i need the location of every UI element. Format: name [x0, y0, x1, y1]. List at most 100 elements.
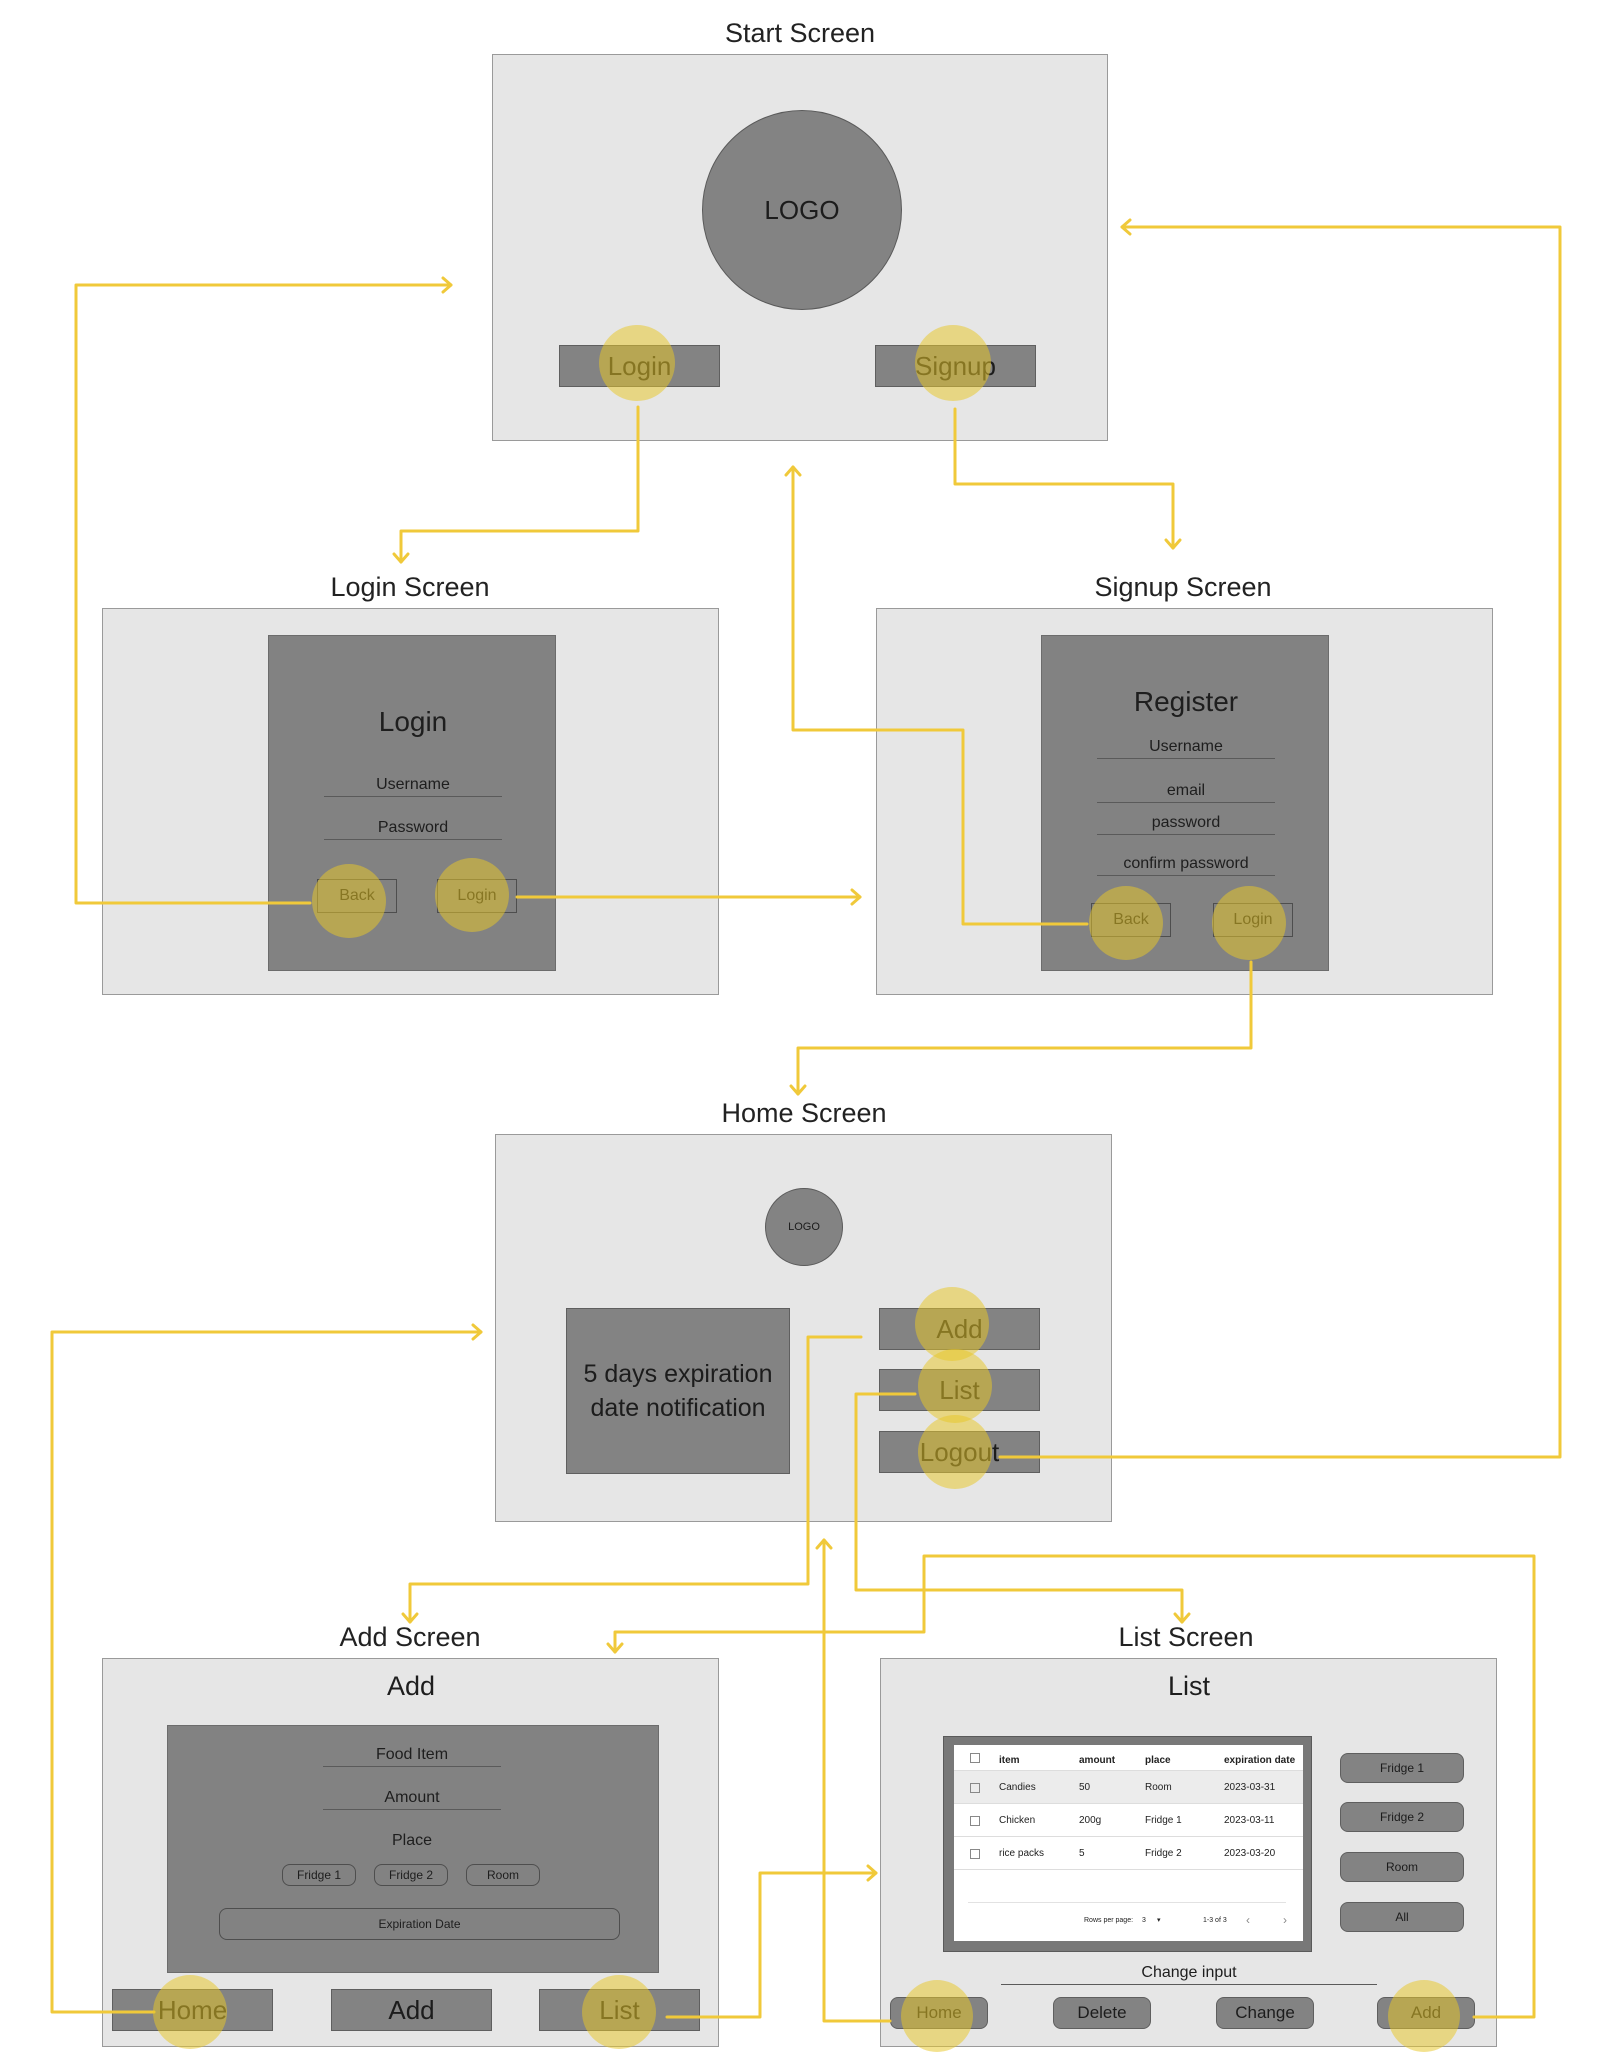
username-field[interactable]: Username: [324, 776, 502, 797]
register-heading: Register: [1133, 686, 1239, 717]
col-header: place: [1145, 1755, 1171, 1766]
filter-room-button[interactable]: Room: [1340, 1852, 1464, 1882]
table-row[interactable]: Candies 50 Room 2023-03-31: [954, 1771, 1303, 1804]
cell-expiration: 2023-03-11: [1224, 1815, 1275, 1826]
table-row[interactable]: rice packs 5 Fridge 2 2023-03-20: [954, 1837, 1303, 1870]
cell-expiration: 2023-03-20: [1224, 1848, 1276, 1859]
arrowhead: [815, 1538, 833, 1550]
signup-screen-title: Signup Screen: [1094, 572, 1272, 602]
pagination-range: 1-3 of 3: [1203, 1917, 1227, 1924]
add-button[interactable]: Add: [879, 1308, 1040, 1350]
place-label: Place: [391, 1832, 433, 1849]
cell-item: Chicken: [999, 1815, 1036, 1826]
arrowhead: [392, 552, 410, 564]
table-divider: [968, 1902, 1286, 1903]
rows-per-page-select[interactable]: 3: [1142, 1917, 1146, 1924]
login-button[interactable]: Login: [559, 345, 720, 387]
list-add-button[interactable]: Add: [1377, 1997, 1475, 2029]
arrowhead: [441, 276, 453, 294]
login-submit-button[interactable]: Login: [437, 879, 517, 913]
table-header: item amount place expiration date: [954, 1745, 1303, 1771]
nav-home-button[interactable]: Home: [112, 1989, 273, 2031]
place-fridge1-button[interactable]: Fridge 1: [282, 1864, 356, 1886]
cell-item: rice packs: [999, 1848, 1045, 1859]
arrowhead: [784, 465, 802, 477]
add-heading: Add: [386, 1671, 436, 1701]
amount-field[interactable]: Amount: [323, 1789, 501, 1810]
filter-fridge1-button[interactable]: Fridge 1: [1340, 1753, 1464, 1783]
row-checkbox[interactable]: [970, 1816, 980, 1826]
place-fridge2-button[interactable]: Fridge 2: [374, 1864, 448, 1886]
list-button[interactable]: List: [879, 1369, 1040, 1411]
nav-list-button[interactable]: List: [539, 1989, 700, 2031]
back-button[interactable]: Back: [317, 879, 397, 913]
arrowhead: [866, 1864, 878, 1882]
change-button[interactable]: Change: [1216, 1997, 1314, 2029]
login-panel: Login Username Password Back Login: [268, 635, 556, 971]
cell-amount: 50: [1079, 1782, 1091, 1793]
table-row[interactable]: Chicken 200g Fridge 1 2023-03-11: [954, 1804, 1303, 1837]
cell-place: Room: [1145, 1782, 1172, 1793]
logout-button[interactable]: Logout: [879, 1431, 1040, 1473]
arrowhead: [1120, 218, 1132, 236]
signup-login-button[interactable]: Login: [1213, 903, 1293, 937]
login-heading: Login: [378, 706, 448, 737]
cell-place: Fridge 2: [1145, 1848, 1182, 1859]
arrowhead: [401, 1612, 419, 1624]
select-all-checkbox[interactable]: [970, 1753, 980, 1763]
confirm-password-field[interactable]: confirm password: [1097, 855, 1275, 876]
change-input-field[interactable]: Change input: [1001, 1964, 1377, 1985]
chevron-left-icon[interactable]: ‹: [1246, 1913, 1250, 1927]
nav-add-button[interactable]: Add: [331, 1989, 492, 2031]
filter-fridge2-button[interactable]: Fridge 2: [1340, 1802, 1464, 1832]
data-table: item amount place expiration date Candie…: [954, 1745, 1303, 1941]
arrowhead: [606, 1642, 624, 1654]
list-heading: List: [1167, 1671, 1211, 1701]
row-checkbox[interactable]: [970, 1849, 980, 1859]
username-field[interactable]: Username: [1097, 738, 1275, 759]
list-home-button[interactable]: Home: [890, 1997, 988, 2029]
rows-per-page-label: Rows per page:: [1084, 1917, 1134, 1924]
list-screen: List item amount place expiration date C…: [880, 1658, 1497, 2047]
start-screen: LOGO Login Signup: [492, 54, 1108, 441]
col-header: amount: [1079, 1755, 1116, 1766]
filter-all-button[interactable]: All: [1340, 1902, 1464, 1932]
food-item-field[interactable]: Food Item: [323, 1746, 501, 1767]
arrowhead: [471, 1323, 483, 1341]
cell-expiration: 2023-03-31: [1224, 1782, 1276, 1793]
expiration-notification: 5 days expiration date notification: [566, 1308, 790, 1474]
register-panel: Register Username email password confirm…: [1041, 635, 1329, 971]
start-screen-title: Start Screen: [724, 18, 876, 48]
cell-item: Candies: [999, 1782, 1036, 1793]
logo: LOGO: [765, 1188, 843, 1266]
home-screen-title: Home Screen: [721, 1098, 887, 1128]
row-checkbox[interactable]: [970, 1783, 980, 1793]
arrowhead: [1164, 538, 1182, 550]
add-form-panel: Food Item Amount Place Fridge 1 Fridge 2…: [167, 1725, 659, 1973]
arrowhead: [850, 888, 862, 906]
signup-button[interactable]: Signup: [875, 345, 1036, 387]
arrowhead: [1173, 1612, 1191, 1624]
list-screen-title: List Screen: [1118, 1622, 1254, 1652]
logo: LOGO: [702, 110, 902, 310]
cell-amount: 200g: [1079, 1815, 1102, 1826]
col-header: item: [999, 1755, 1020, 1766]
dropdown-icon[interactable]: ▾: [1157, 1916, 1161, 1924]
password-field[interactable]: password: [1097, 814, 1275, 835]
cell-place: Fridge 1: [1145, 1815, 1182, 1826]
cell-amount: 5: [1079, 1848, 1085, 1859]
signup-screen: Register Username email password confirm…: [876, 608, 1493, 995]
chevron-right-icon[interactable]: ›: [1283, 1913, 1287, 1927]
login-screen-title: Login Screen: [330, 572, 490, 602]
email-field[interactable]: email: [1097, 782, 1275, 803]
add-screen: Add Food Item Amount Place Fridge 1 Frid…: [102, 1658, 719, 2047]
expiration-date-field[interactable]: Expiration Date: [219, 1908, 620, 1940]
delete-button[interactable]: Delete: [1053, 1997, 1151, 2029]
password-field[interactable]: Password: [324, 819, 502, 840]
place-room-button[interactable]: Room: [466, 1864, 540, 1886]
arrowhead: [789, 1084, 807, 1096]
back-button[interactable]: Back: [1091, 903, 1171, 937]
home-screen: LOGO 5 days expiration date notification…: [495, 1134, 1112, 1522]
col-header: expiration date: [1224, 1755, 1296, 1766]
login-screen: Login Username Password Back Login: [102, 608, 719, 995]
